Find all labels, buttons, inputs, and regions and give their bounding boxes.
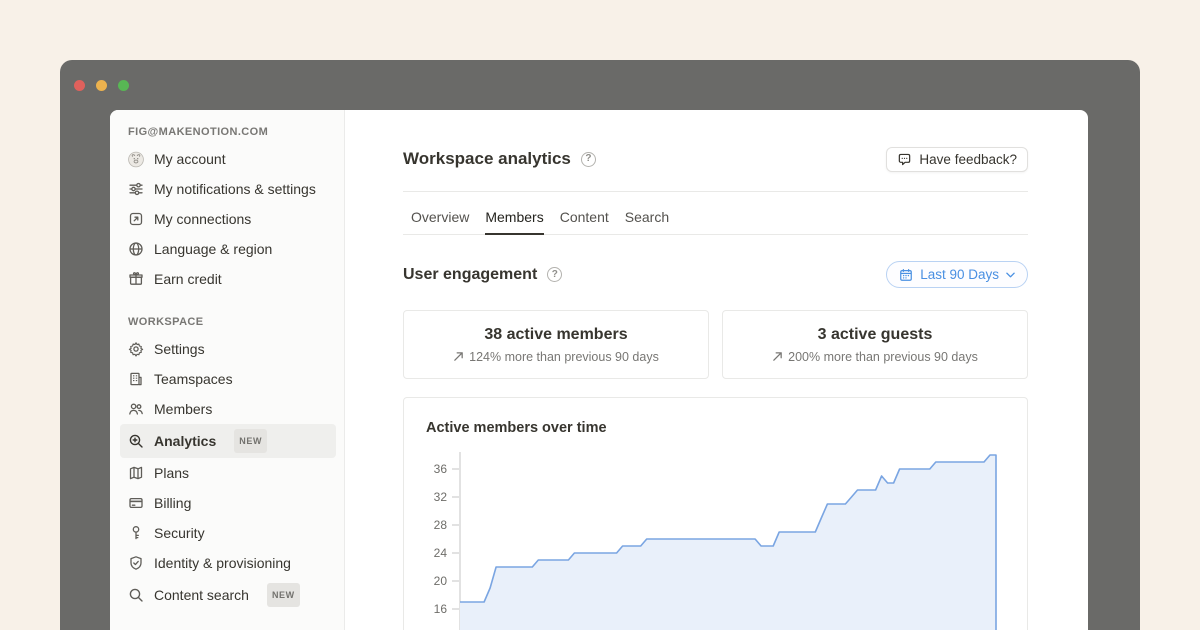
new-badge: NEW — [234, 429, 267, 453]
credit-card-icon — [128, 495, 144, 511]
main-content: Workspace analytics ? Have feedback? Ove… — [345, 110, 1088, 630]
svg-text:28: 28 — [434, 518, 448, 532]
svg-text:24: 24 — [434, 546, 448, 560]
globe-icon — [128, 241, 144, 257]
gift-icon — [128, 271, 144, 287]
tab-overview[interactable]: Overview — [411, 206, 469, 234]
building-icon — [128, 371, 144, 387]
sidebar-item-label: Teamspaces — [154, 369, 233, 389]
sidebar-item-language-region[interactable]: Language & region — [120, 234, 336, 264]
account-email: FIG@MAKENOTION.COM — [120, 124, 336, 144]
workspace-section-label: WORKSPACE — [120, 314, 336, 334]
active-members-chart-card: Active members over time 16 20 24 28 32 36 — [403, 397, 1028, 630]
sidebar-item-billing[interactable]: Billing — [120, 488, 336, 518]
gear-icon — [128, 341, 144, 357]
settings-sidebar: FIG@MAKENOTION.COM My account My notific… — [110, 110, 345, 630]
close-button[interactable] — [74, 80, 85, 91]
header-divider — [403, 191, 1028, 192]
sidebar-item-earn-credit[interactable]: Earn credit — [120, 264, 336, 294]
active-guests-stat-card: 3 active guests 200% more than previous … — [722, 310, 1028, 379]
sidebar-item-label: Identity & provisioning — [154, 553, 291, 573]
svg-text:36: 36 — [434, 462, 448, 476]
feedback-bubble-icon — [897, 152, 912, 167]
stat-subtitle: 200% more than previous 90 days — [788, 350, 978, 364]
avatar — [128, 151, 144, 167]
sidebar-item-identity-provisioning[interactable]: Identity & provisioning — [120, 548, 336, 578]
tab-search[interactable]: Search — [625, 206, 669, 234]
sidebar-item-label: Content search — [154, 585, 249, 605]
svg-text:16: 16 — [434, 602, 448, 616]
sidebar-item-analytics[interactable]: Analytics NEW — [120, 424, 336, 458]
arrow-up-right-box-icon — [128, 211, 144, 227]
sidebar-item-notifications-settings[interactable]: My notifications & settings — [120, 174, 336, 204]
chevron-down-icon — [1006, 272, 1015, 278]
minimize-button[interactable] — [96, 80, 107, 91]
trend-up-icon — [453, 351, 464, 362]
feedback-button-label: Have feedback? — [919, 152, 1017, 167]
stat-subtitle: 124% more than previous 90 days — [469, 350, 659, 364]
date-range-label: Last 90 Days — [920, 267, 999, 282]
sidebar-item-label: My connections — [154, 209, 251, 229]
analytics-tabs: Overview Members Content Search — [403, 206, 1028, 235]
key-icon — [128, 525, 144, 541]
sidebar-item-my-connections[interactable]: My connections — [120, 204, 336, 234]
sidebar-item-label: Settings — [154, 339, 205, 359]
sidebar-item-label: Analytics — [154, 431, 216, 451]
sidebar-item-label: Language & region — [154, 239, 272, 259]
have-feedback-button[interactable]: Have feedback? — [886, 147, 1028, 172]
page-title: Workspace analytics — [403, 149, 571, 169]
help-icon[interactable]: ? — [581, 152, 596, 167]
stat-title: 38 active members — [484, 326, 627, 344]
sidebar-item-label: Members — [154, 399, 212, 419]
sidebar-item-teamspaces[interactable]: Teamspaces — [120, 364, 336, 394]
zoom-button[interactable] — [118, 80, 129, 91]
sidebar-item-members[interactable]: Members — [120, 394, 336, 424]
shield-check-icon — [128, 555, 144, 571]
sidebar-item-content-search[interactable]: Content search NEW — [120, 578, 336, 612]
active-members-chart: 16 20 24 28 32 36 — [416, 448, 1029, 630]
sidebar-item-settings[interactable]: Settings — [120, 334, 336, 364]
new-badge: NEW — [267, 583, 300, 607]
active-members-stat-card: 38 active members 124% more than previou… — [403, 310, 709, 379]
sidebar-item-my-account[interactable]: My account — [120, 144, 336, 174]
user-engagement-heading: User engagement — [403, 266, 537, 284]
trend-up-icon — [772, 351, 783, 362]
svg-text:20: 20 — [434, 574, 448, 588]
calendar-icon — [899, 268, 913, 282]
magnifier-icon — [128, 587, 144, 603]
sidebar-item-security[interactable]: Security — [120, 518, 336, 548]
svg-text:32: 32 — [434, 490, 448, 504]
map-icon — [128, 465, 144, 481]
tab-members[interactable]: Members — [485, 206, 543, 234]
sliders-icon — [128, 181, 144, 197]
sidebar-item-label: My notifications & settings — [154, 179, 316, 199]
people-icon — [128, 401, 144, 417]
stat-title: 3 active guests — [818, 326, 933, 344]
window-titlebar — [60, 60, 1140, 110]
date-range-button[interactable]: Last 90 Days — [886, 261, 1028, 288]
sidebar-item-label: Security — [154, 523, 205, 543]
chart-title: Active members over time — [426, 420, 1005, 436]
sidebar-item-plans[interactable]: Plans — [120, 458, 336, 488]
tab-content[interactable]: Content — [560, 206, 609, 234]
app-window: FIG@MAKENOTION.COM My account My notific… — [60, 60, 1140, 630]
sidebar-item-label: Plans — [154, 463, 189, 483]
sidebar-item-label: Billing — [154, 493, 191, 513]
sidebar-item-label: My account — [154, 149, 226, 169]
sidebar-item-label: Earn credit — [154, 269, 222, 289]
help-icon[interactable]: ? — [547, 267, 562, 282]
magnifier-plus-icon — [128, 433, 144, 449]
settings-panel: FIG@MAKENOTION.COM My account My notific… — [110, 110, 1088, 630]
